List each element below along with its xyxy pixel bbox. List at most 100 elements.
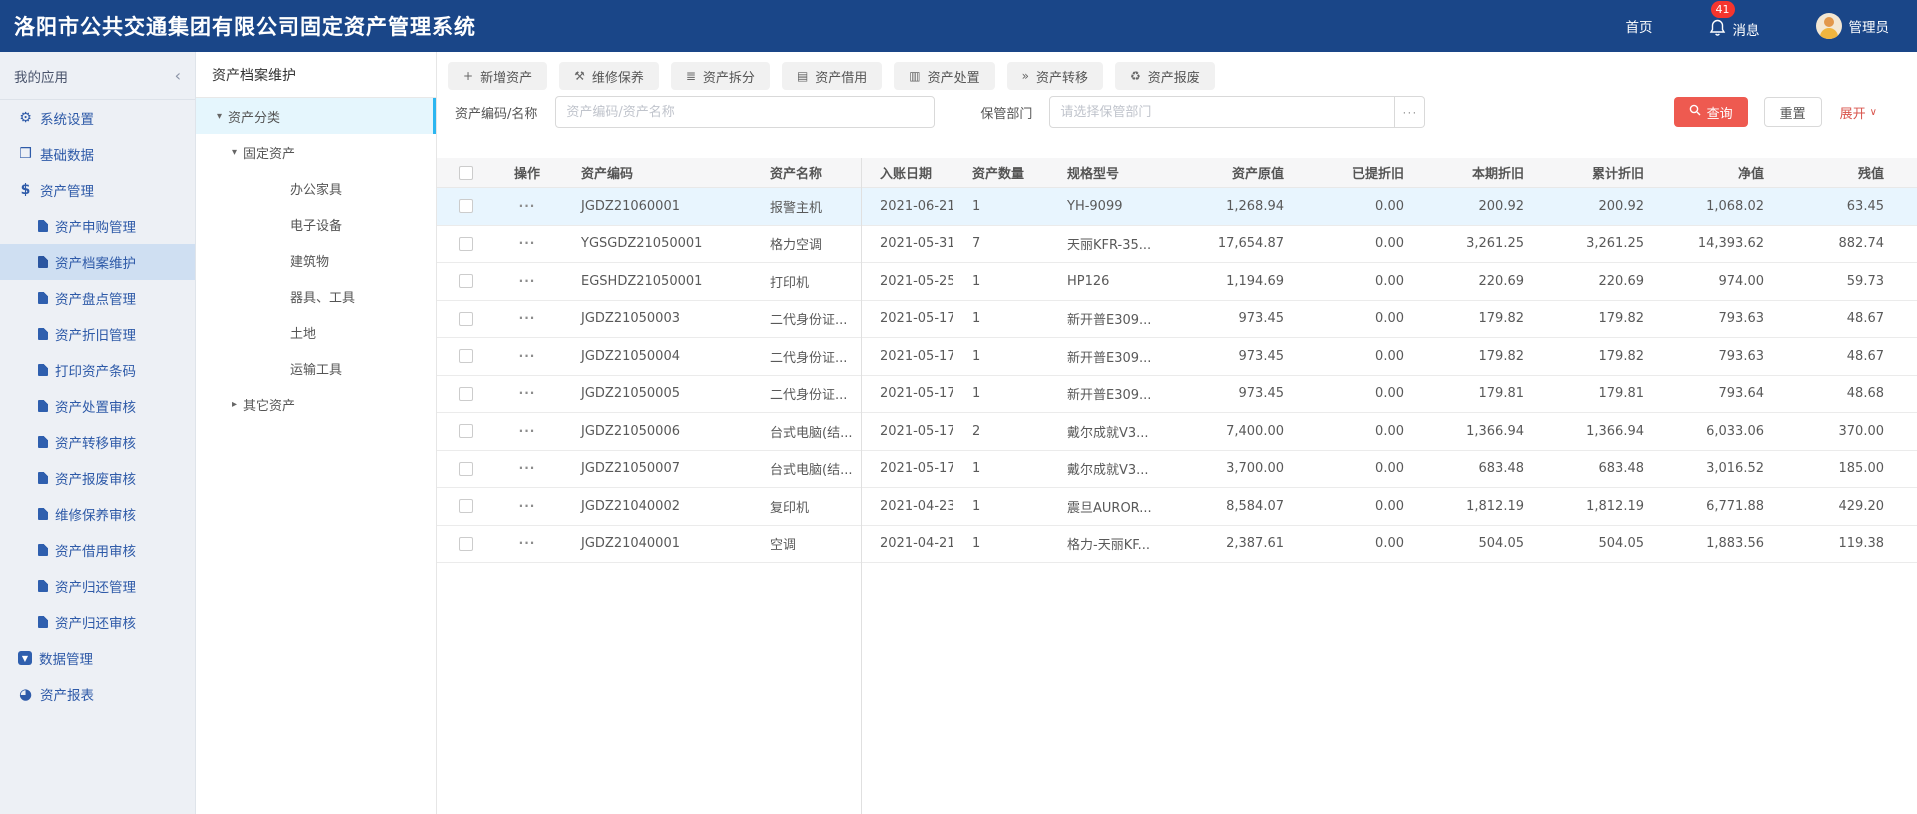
sidebar-item[interactable]: 资产报废审核 [0,460,195,496]
dept-picker-button[interactable]: ··· [1395,96,1426,128]
nav-messages[interactable]: 41 消息 [1709,0,1760,40]
row-checkbox-cell [437,386,493,401]
row-actions-button[interactable]: ··· [519,461,536,475]
table-row[interactable]: ··· JGDZ21040001 空调 2021-04-21 1 格力-天丽KF… [437,525,1917,563]
tree-node[interactable]: 办公家具 [196,170,436,206]
sidebar-item[interactable]: 资产折旧管理 [0,316,195,352]
toolbar-button-label: 资产报废 [1147,70,1200,86]
cell-net-value: 6,771.88 [1706,498,1764,514]
table-row[interactable]: ··· JGDZ21050007 台式电脑(结... 2021-05-17 1 … [437,450,1917,488]
row-checkbox[interactable] [459,424,473,439]
tree-node[interactable]: 运输工具 [196,350,436,386]
toolbar-button[interactable]: ♻ 资产报废 [1115,62,1215,90]
cell-entry-date: 2021-04-23 [880,498,953,514]
tree-node[interactable]: ▾ 资产分类 [196,98,436,134]
sidebar-item[interactable]: 资产档案维护 [0,244,195,280]
sidebar-item[interactable]: ▼ 数据管理 [0,640,195,676]
sidebar-item-label: 资产处置审核 [55,400,136,416]
row-actions-button[interactable]: ··· [519,274,536,288]
row-checkbox[interactable] [459,349,473,364]
row-actions-button[interactable]: ··· [519,349,536,363]
toolbar-button[interactable]: ▤ 资产借用 [781,62,883,90]
row-checkbox[interactable] [459,499,473,514]
toolbar-button[interactable]: ≣ 资产拆分 [670,62,770,90]
toolbar-button[interactable]: + 新增资产 [448,62,548,90]
collapse-sidebar-button[interactable]: ‹ [175,67,181,84]
caret-icon: ▾ [232,146,238,158]
search-button[interactable]: 查询 [1673,97,1748,127]
sidebar-item[interactable]: ⚙ 系统设置 [0,100,195,136]
app-window: 洛阳市公共交通集团有限公司固定资产管理系统 首页 41 消息 管理员 我的应用 … [0,0,1917,814]
cell-asset-code: JGDZ21050007 [581,461,680,477]
table-row[interactable]: ··· EGSHDZ21050001 打印机 2021-05-25 1 HP12… [437,263,1917,301]
row-checkbox[interactable] [459,461,473,476]
sidebar-item[interactable]: $ 资产管理 [0,172,195,208]
table-row[interactable]: ··· JGDZ21060001 报警主机 2021-06-21 1 YH-90… [437,188,1917,226]
toolbar-button[interactable]: » 资产转移 [1006,62,1104,90]
tree-node[interactable]: 建筑物 [196,242,436,278]
tree-panel: 资产档案维护 ▾ 资产分类 ▾ 固定资产 办公家具 电子设备 建筑物 器具、工具… [196,52,437,814]
sidebar-item[interactable]: 资产借用审核 [0,532,195,568]
table-row[interactable]: ··· JGDZ21050005 二代身份证... 2021-05-17 1 新… [437,375,1917,413]
document-icon [38,508,48,520]
sidebar-item[interactable]: 资产处置审核 [0,388,195,424]
table-row[interactable]: ··· YGSGDZ21050001 格力空调 2021-05-31 7 天丽K… [437,225,1917,263]
row-actions-button[interactable]: ··· [519,499,536,513]
tree-node[interactable]: ▾ 固定资产 [196,134,436,170]
expand-filters-link[interactable]: 展开 ∨ [1840,103,1877,122]
frozen-column-divider [861,158,862,814]
row-checkbox[interactable] [459,536,473,551]
select-all-checkbox[interactable] [459,165,473,180]
sidebar-item[interactable]: 打印资产条码 [0,352,195,388]
user-menu[interactable]: 管理员 [1815,13,1889,39]
sidebar-item[interactable]: 资产归还管理 [0,568,195,604]
tree-node[interactable]: 土地 [196,314,436,350]
sidebar-item[interactable]: 资产归还审核 [0,604,195,640]
tree-node[interactable]: 器具、工具 [196,278,436,314]
reset-button[interactable]: 重置 [1763,97,1822,127]
table-row[interactable]: ··· JGDZ21050004 二代身份证... 2021-05-17 1 新… [437,338,1917,376]
row-actions-button[interactable]: ··· [519,424,536,438]
tree-node[interactable]: ▸ 其它资产 [196,386,436,422]
cell-asset-name: 复印机 [770,500,810,516]
sidebar-item[interactable]: 资产盘点管理 [0,280,195,316]
tree-node-label: 建筑物 [290,254,330,270]
custody-dept-input[interactable] [1049,96,1396,128]
row-checkbox[interactable] [459,274,473,289]
tree-node[interactable]: 电子设备 [196,206,436,242]
row-actions-button[interactable]: ··· [519,236,536,250]
col-header-period-depreciation: 本期折旧 [1471,167,1524,182]
table-row[interactable]: ··· JGDZ21050003 二代身份证... 2021-05-17 1 新… [437,300,1917,338]
cell-asset-code: JGDZ21050003 [581,311,680,327]
wrench-icon: ⚒ [574,69,585,83]
content-area: + 新增资产 ⚒ 维修保养 ≣ 资产拆分 ▤ 资产借用 ▥ 资产处置 » 资产转… [437,52,1917,814]
cell-original-value: 7,400.00 [1226,423,1284,439]
sidebar-item[interactable]: 维修保养审核 [0,496,195,532]
col-header-residual-value: 残值 [1857,167,1884,182]
row-checkbox[interactable] [459,236,473,251]
row-checkbox[interactable] [459,199,473,214]
nav-home[interactable]: 首页 [1626,16,1653,36]
sidebar-item[interactable]: ❒ 基础数据 [0,136,195,172]
cell-net-value: 1,068.02 [1706,198,1764,214]
sidebar-item[interactable]: ◕ 资产报表 [0,676,195,712]
document-icon [38,472,48,484]
row-checkbox[interactable] [459,311,473,326]
row-actions-button[interactable]: ··· [519,536,536,550]
sidebar-item[interactable]: 资产申购管理 [0,208,195,244]
row-actions-button[interactable]: ··· [519,199,536,213]
row-actions-button[interactable]: ··· [519,386,536,400]
row-checkbox[interactable] [459,386,473,401]
toolbar-button[interactable]: ▥ 资产处置 [894,62,995,90]
sidebar-item-label: 资产借用审核 [55,544,136,560]
toolbar-button[interactable]: ⚒ 维修保养 [559,62,659,90]
asset-code-input[interactable] [555,96,936,128]
cell-entry-date: 2021-05-25 [880,273,953,289]
cell-asset-name: 台式电脑(结... [770,425,853,441]
table-row[interactable]: ··· JGDZ21040002 复印机 2021-04-23 1 震旦AURO… [437,488,1917,526]
header-nav: 首页 41 消息 管理员 [1626,0,1889,40]
cell-entry-date: 2021-05-17 [880,461,953,477]
row-actions-button[interactable]: ··· [519,311,536,325]
sidebar-item[interactable]: 资产转移审核 [0,424,195,460]
table-row[interactable]: ··· JGDZ21050006 台式电脑(结... 2021-05-17 2 … [437,413,1917,451]
